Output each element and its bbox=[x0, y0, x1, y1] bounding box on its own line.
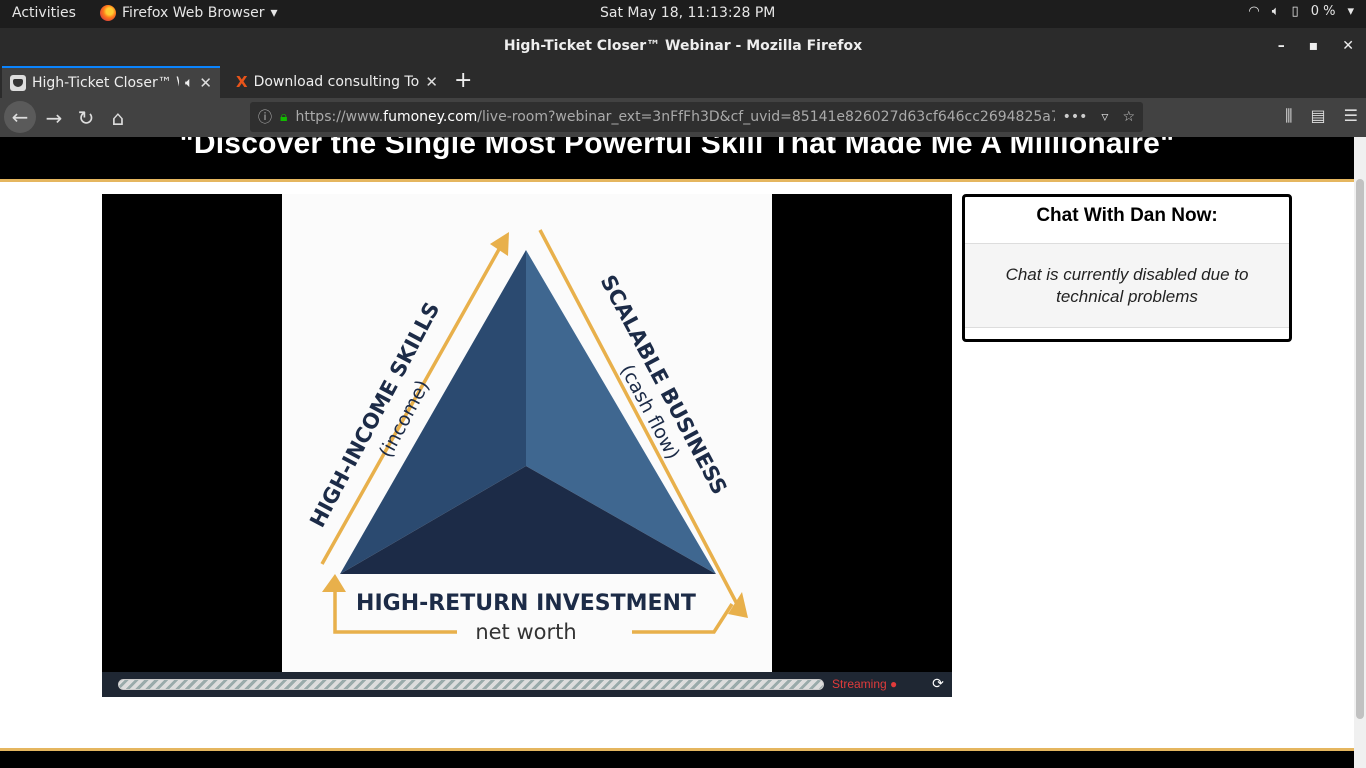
menu-icon[interactable]: ☰ bbox=[1344, 106, 1358, 126]
x-favicon-icon: X bbox=[236, 73, 248, 91]
page-headline: "Discover the Single Most Powerful Skill… bbox=[179, 137, 1175, 160]
headline-banner: "Discover the Single Most Powerful Skill… bbox=[0, 137, 1354, 182]
tab-bar: High-Ticket Closer™ W 🔈︎ ✕ X Download co… bbox=[0, 64, 1366, 98]
webinar-video-player[interactable]: HIGH-INCOME SKILLS (income) SCALABLE BUS… bbox=[102, 194, 952, 697]
lock-icon[interactable]: 🔒︎ bbox=[280, 109, 287, 125]
minimize-button[interactable]: – bbox=[1278, 28, 1285, 64]
battery-percent: 0 % bbox=[1310, 4, 1336, 19]
refresh-icon[interactable]: ⟳ bbox=[928, 674, 948, 694]
library-icon[interactable]: ⫼ bbox=[1285, 106, 1292, 126]
reload-button[interactable]: ↻ bbox=[72, 104, 100, 132]
navigation-toolbar: ← → ↻ ⌂ ⓘ 🔒︎ https://www.fumoney.com/liv… bbox=[0, 98, 1366, 137]
back-button[interactable]: ← bbox=[4, 101, 36, 133]
volume-icon: 🔈︎ bbox=[1271, 4, 1280, 19]
window-title-bar: High-Ticket Closer™ Webinar - Mozilla Fi… bbox=[0, 28, 1366, 64]
close-tab-icon[interactable]: ✕ bbox=[425, 73, 438, 91]
pocket-icon[interactable]: ▿ bbox=[1101, 109, 1108, 125]
stream-progress-bar[interactable] bbox=[118, 679, 824, 690]
maximize-button[interactable]: ▪ bbox=[1309, 28, 1319, 64]
forward-button[interactable]: → bbox=[40, 104, 68, 132]
tab-webinar[interactable]: High-Ticket Closer™ W 🔈︎ ✕ bbox=[2, 66, 220, 98]
system-tray[interactable]: ◠ 🔈︎ ▯ 0 % ▾ bbox=[1248, 4, 1354, 19]
battery-icon: ▯ bbox=[1291, 4, 1299, 19]
chat-disabled-message: Chat is currently disabled due to techni… bbox=[965, 244, 1289, 328]
tab-label: High-Ticket Closer™ W bbox=[32, 75, 180, 91]
app-menu-label: Firefox Web Browser bbox=[122, 5, 265, 21]
url-prefix: https://www. bbox=[295, 109, 384, 125]
url-host: fumoney.com bbox=[383, 109, 478, 125]
scrollbar-thumb[interactable] bbox=[1356, 179, 1364, 719]
web-page: "Discover the Single Most Powerful Skill… bbox=[0, 137, 1354, 768]
footer-band bbox=[0, 748, 1354, 768]
app-menu[interactable]: Firefox Web Browser ▾ bbox=[100, 5, 278, 21]
close-tab-icon[interactable]: ✕ bbox=[199, 74, 212, 92]
chat-title: Chat With Dan Now: bbox=[965, 197, 1289, 244]
activities-button[interactable]: Activities bbox=[12, 5, 76, 21]
page-scrollbar[interactable] bbox=[1354, 137, 1366, 768]
new-tab-button[interactable]: + bbox=[454, 68, 472, 93]
sidebar-icon[interactable]: ▤ bbox=[1311, 106, 1326, 126]
triangle-diagram: HIGH-INCOME SKILLS (income) SCALABLE BUS… bbox=[305, 229, 748, 644]
window-title: High-Ticket Closer™ Webinar - Mozilla Fi… bbox=[503, 38, 863, 54]
url-path: /live-room?webinar_ext=3nFfFh3D&cf_uvid=… bbox=[477, 109, 1055, 125]
speaker-icon[interactable]: 🔈︎ bbox=[185, 75, 193, 91]
page-actions-icon[interactable]: ••• bbox=[1063, 109, 1088, 125]
clock[interactable]: Sat May 18, 11:13:28 PM bbox=[600, 5, 775, 21]
info-icon[interactable]: ⓘ bbox=[258, 107, 272, 127]
firefox-icon bbox=[100, 5, 116, 21]
label-net-worth: net worth bbox=[475, 620, 576, 644]
site-favicon-icon bbox=[10, 75, 26, 91]
tab-label: Download consulting Tor bbox=[253, 74, 420, 90]
url-text[interactable]: https://www.fumoney.com/live-room?webina… bbox=[295, 109, 1054, 125]
chat-panel: Chat With Dan Now: Chat is currently dis… bbox=[962, 194, 1292, 342]
url-bar[interactable]: ⓘ 🔒︎ https://www.fumoney.com/live-room?w… bbox=[250, 102, 1143, 132]
label-high-return-investment: HIGH-RETURN INVESTMENT bbox=[356, 591, 696, 616]
video-slide: HIGH-INCOME SKILLS (income) SCALABLE BUS… bbox=[282, 194, 772, 672]
player-controls: Streaming ● ⟳ bbox=[102, 672, 952, 697]
arrow-head-left bbox=[322, 574, 346, 592]
system-top-bar: Activities Firefox Web Browser ▾ Sat May… bbox=[0, 0, 1366, 28]
streaming-status: Streaming ● bbox=[832, 677, 898, 691]
bookmark-star-icon[interactable]: ☆ bbox=[1122, 109, 1135, 125]
home-button[interactable]: ⌂ bbox=[104, 104, 132, 132]
close-window-button[interactable]: ✕ bbox=[1342, 28, 1354, 64]
wifi-icon: ◠ bbox=[1248, 4, 1260, 19]
tab-download-consulting[interactable]: X Download consulting Tor ✕ bbox=[228, 66, 446, 98]
chevron-down-icon: ▾ bbox=[270, 5, 278, 21]
arrow-head-top bbox=[490, 232, 509, 256]
chevron-down-icon: ▾ bbox=[1347, 4, 1354, 19]
